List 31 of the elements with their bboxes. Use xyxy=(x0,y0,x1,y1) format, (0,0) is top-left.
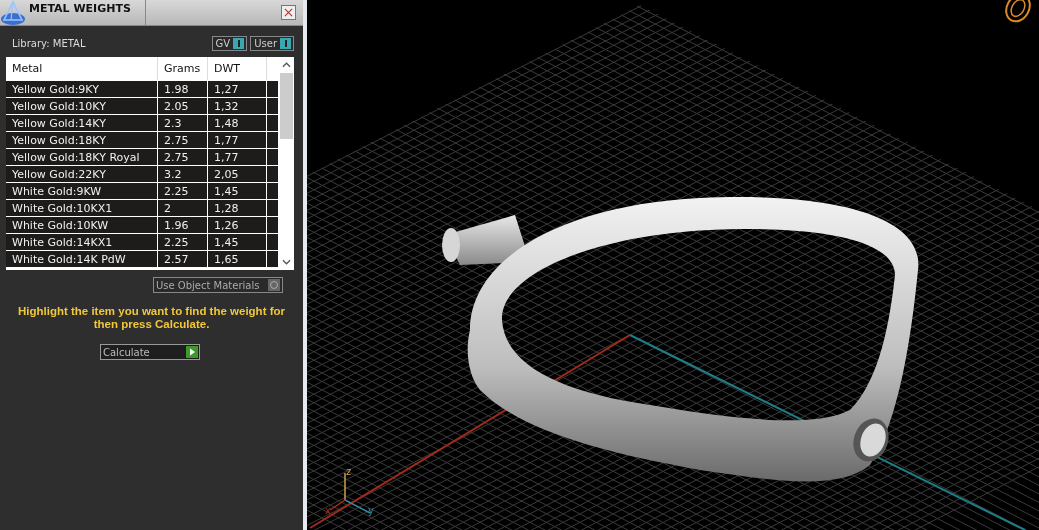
table-cell[interactable]: White Gold:10KX1 xyxy=(6,200,157,216)
table-cell[interactable]: Yellow Gold:18KY xyxy=(6,132,157,148)
table-cell[interactable]: Yellow Gold:9KY xyxy=(6,81,157,97)
pyramid-icon xyxy=(0,0,26,26)
column-header[interactable]: Metal xyxy=(6,57,157,80)
table-cell[interactable]: White Gold:14KX1 xyxy=(6,234,157,250)
library-label: Library: METAL xyxy=(12,38,86,49)
instruction-text: Highlight the item you want to find the weight for then press Calculate. xyxy=(16,305,286,331)
table-cell[interactable]: 2.57 xyxy=(157,251,207,267)
play-icon xyxy=(186,346,198,358)
close-button[interactable] xyxy=(281,5,296,20)
table-cell[interactable]: White Gold:14K PdW xyxy=(6,251,157,267)
use-object-materials-checkbox[interactable]: Use Object Materials xyxy=(153,277,283,293)
table-cell[interactable]: Yellow Gold:22KY xyxy=(6,166,157,182)
table-cell[interactable]: White Gold:10KW xyxy=(6,217,157,233)
table-cell[interactable]: White Gold:9KW xyxy=(6,183,157,199)
3d-viewport[interactable]: z x y xyxy=(307,0,1039,530)
ring-icon[interactable] xyxy=(1005,0,1031,23)
calculate-button[interactable]: Calculate xyxy=(100,344,200,360)
scroll-thumb[interactable] xyxy=(279,73,293,139)
scrollbar[interactable] xyxy=(278,57,294,270)
table-cell[interactable]: Yellow Gold:18KY Royal xyxy=(6,149,157,165)
axis-label: y xyxy=(368,505,374,516)
table-cell[interactable]: 1,65 xyxy=(207,251,266,267)
table-cell[interactable]: Yellow Gold:10KY xyxy=(6,98,157,114)
toggle-button[interactable]: GV xyxy=(211,36,248,51)
axis-label: z xyxy=(346,466,352,477)
toggle-button[interactable]: User xyxy=(250,36,294,51)
panel-title: METAL WEIGHTS xyxy=(29,0,146,25)
table-cell[interactable]: Yellow Gold:14KY xyxy=(6,115,157,131)
axis-label: x xyxy=(325,505,331,516)
